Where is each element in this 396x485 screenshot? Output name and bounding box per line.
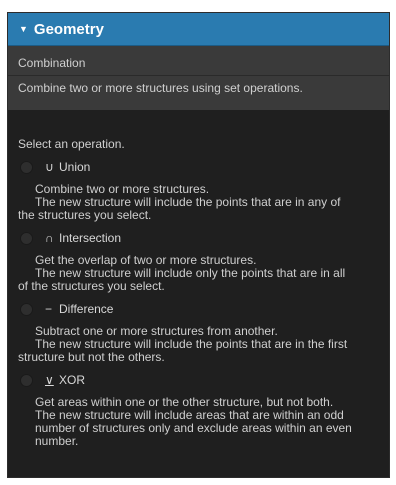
operation-prompt: Select an operation. xyxy=(18,137,125,151)
difference-radio-button[interactable] xyxy=(20,302,33,316)
option-xor: ∨ XOR Get areas within one or the other … xyxy=(18,371,379,448)
union-radio-button[interactable] xyxy=(20,160,33,174)
info-divider xyxy=(8,75,389,76)
xor-desc-line: number of structures only and exclude ar… xyxy=(35,421,352,435)
union-label[interactable]: Union xyxy=(59,160,90,174)
info-box: Combination Combine two or more structur… xyxy=(8,46,389,110)
intersection-symbol-icon: ∩ xyxy=(45,231,54,245)
geometry-panel: ▼ Geometry Combination Combine two or mo… xyxy=(7,12,390,478)
intersection-desc-line: of the structures you select. xyxy=(18,279,165,293)
option-difference: − Difference Subtract one or more struct… xyxy=(18,300,379,364)
intersection-radio-row[interactable]: ∩ Intersection xyxy=(18,229,379,247)
xor-label[interactable]: XOR xyxy=(59,373,85,387)
intersection-description: Get the overlap of two or more structure… xyxy=(8,254,389,293)
intersection-label[interactable]: Intersection xyxy=(59,231,121,245)
xor-radio-button[interactable] xyxy=(20,373,33,387)
difference-description: Subtract one or more structures from ano… xyxy=(8,325,389,364)
mode-label: Combination xyxy=(18,56,86,70)
union-description: Combine two or more structures. The new … xyxy=(8,183,389,222)
mode-summary: Combine two or more structures using set… xyxy=(18,81,303,95)
xor-desc-line: number. xyxy=(35,434,79,448)
intersection-radio-button[interactable] xyxy=(20,231,33,245)
xor-description: Get areas within one or the other struct… xyxy=(8,396,389,448)
operations-section: Select an operation. ∪ Union Combine two… xyxy=(8,137,389,448)
difference-radio-row[interactable]: − Difference xyxy=(18,300,379,318)
triangle-down-icon[interactable]: ▼ xyxy=(19,24,28,34)
xor-radio-row[interactable]: ∨ XOR xyxy=(18,371,379,389)
difference-symbol-icon: − xyxy=(45,302,53,316)
union-symbol-icon: ∪ xyxy=(45,160,54,174)
difference-desc-line: structure but not the others. xyxy=(18,350,165,364)
section-title: Geometry xyxy=(33,20,104,38)
option-union: ∪ Union Combine two or more structures. … xyxy=(18,158,379,222)
union-desc-line: the structures you select. xyxy=(18,208,152,222)
union-radio-row[interactable]: ∪ Union xyxy=(18,158,379,176)
option-intersection: ∩ Intersection Get the overlap of two or… xyxy=(18,229,379,293)
difference-label[interactable]: Difference xyxy=(59,302,113,316)
geometry-section-header[interactable]: ▼ Geometry xyxy=(8,13,389,46)
xor-symbol-icon: ∨ xyxy=(45,373,54,387)
